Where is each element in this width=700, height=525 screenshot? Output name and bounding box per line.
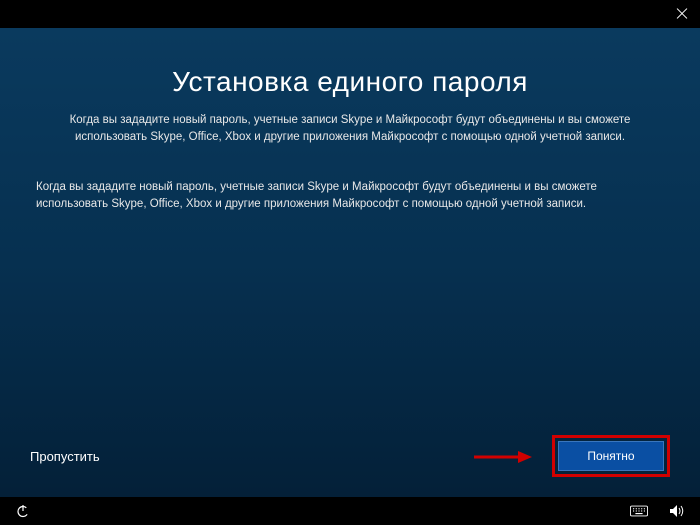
power-icon[interactable] bbox=[14, 503, 32, 519]
volume-icon[interactable] bbox=[668, 503, 686, 519]
taskbar-right bbox=[630, 503, 686, 519]
body-text: Когда вы зададите новый пароль, учетные … bbox=[30, 179, 670, 214]
primary-button[interactable]: Понятно bbox=[558, 441, 664, 471]
keyboard-icon[interactable] bbox=[630, 503, 648, 519]
titlebar bbox=[0, 0, 700, 28]
bottom-actions: Пропустить Понятно bbox=[30, 435, 670, 477]
taskbar-left bbox=[14, 503, 32, 519]
main-content: Установка единого пароля Когда вы задади… bbox=[0, 28, 700, 497]
taskbar bbox=[0, 497, 700, 525]
page-title: Установка единого пароля bbox=[30, 66, 670, 98]
primary-button-highlight: Понятно bbox=[552, 435, 670, 477]
close-icon[interactable] bbox=[676, 8, 688, 20]
subtitle-text: Когда вы зададите новый пароль, учетные … bbox=[30, 112, 670, 147]
skip-button[interactable]: Пропустить bbox=[30, 449, 100, 464]
